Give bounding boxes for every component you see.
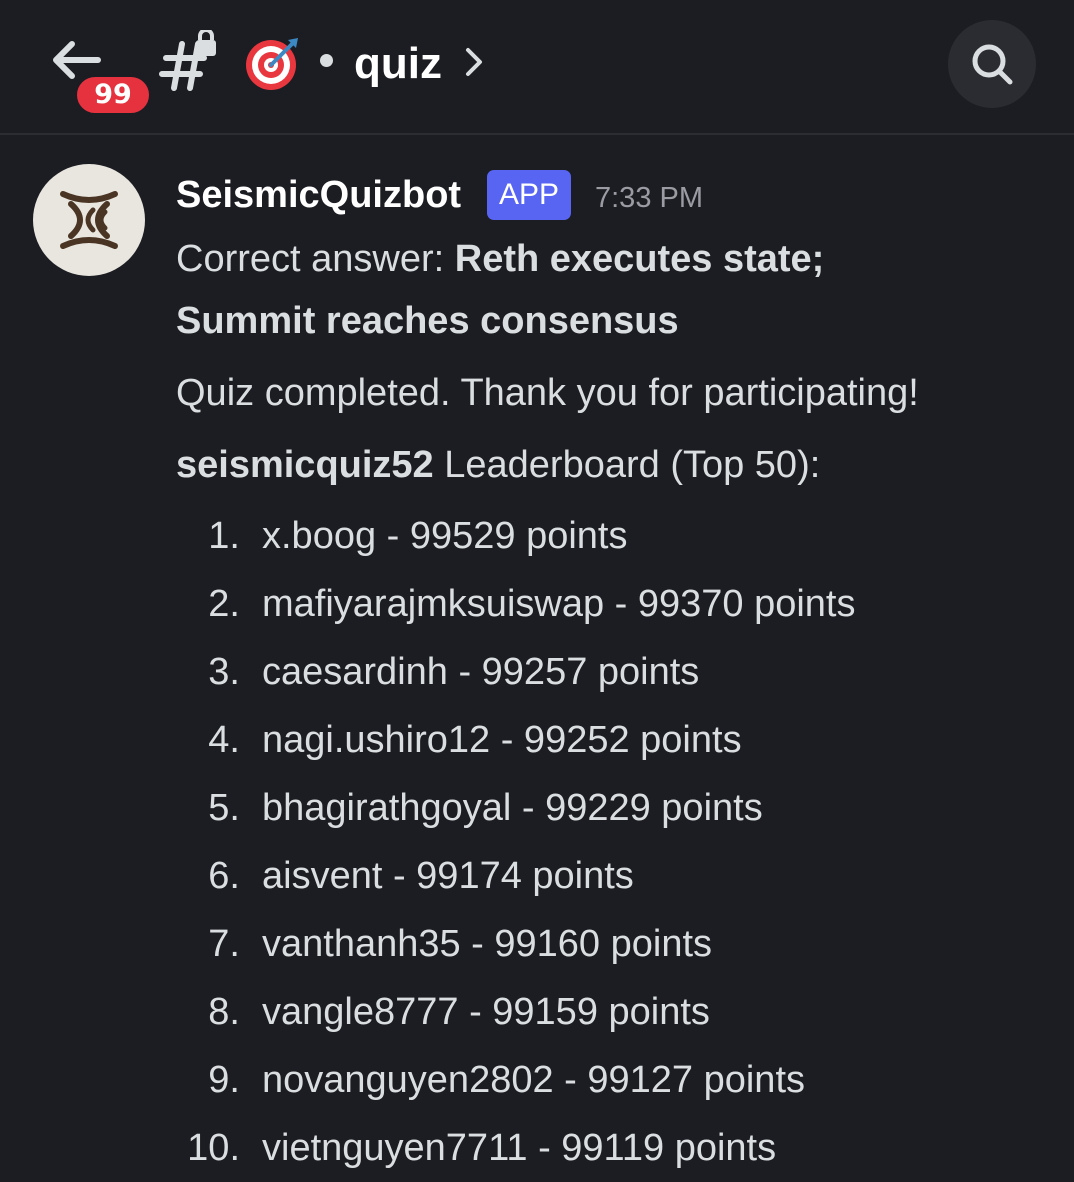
bot-message: SeismicQuizbot APP 7:33 PM Correct answe… bbox=[176, 168, 1056, 1182]
search-icon bbox=[972, 44, 1013, 85]
leaderboard-entry: mafiyarajmksuiswap - 99370 points bbox=[262, 583, 856, 625]
leaderboard-entry: aisvent - 99174 points bbox=[262, 855, 634, 897]
list-item: 8. vangle8777 - 99159 points bbox=[176, 978, 1056, 1046]
leaderboard-entry: vietnguyen7711 - 99119 points bbox=[262, 1127, 777, 1169]
rank-number: 2. bbox=[208, 583, 240, 625]
list-item: 6. aisvent - 99174 points bbox=[176, 842, 1056, 910]
seismic-logo-icon bbox=[60, 191, 118, 249]
rank-number: 4. bbox=[208, 719, 240, 761]
list-item: 5. bhagirathgoyal - 99229 points bbox=[176, 774, 1056, 842]
leaderboard-owner: seismicquiz52 bbox=[176, 444, 434, 486]
list-item: 4. nagi.ushiro12 - 99252 points bbox=[176, 706, 1056, 774]
leaderboard-entry: nagi.ushiro12 - 99252 points bbox=[262, 719, 742, 761]
rank-number: 8. bbox=[208, 991, 240, 1033]
answer-line-1: Correct answer: Reth executes state; bbox=[176, 228, 1056, 290]
leaderboard-entry: novanguyen2802 - 99127 points bbox=[262, 1059, 806, 1101]
answer-text-2: Summit reaches consensus bbox=[176, 300, 679, 342]
rank-number: 3. bbox=[208, 651, 240, 693]
leaderboard-heading: seismicquiz52 Leaderboard (Top 50): bbox=[176, 434, 1056, 496]
leaderboard-entry: caesardinh - 99257 points bbox=[262, 651, 700, 693]
rank-number: 7. bbox=[208, 923, 240, 965]
search-button[interactable] bbox=[948, 20, 1036, 108]
channel-header: 99 quiz bbox=[0, 0, 1074, 135]
rank-number: 10. bbox=[187, 1127, 240, 1169]
message-timestamp: 7:33 PM bbox=[595, 182, 703, 214]
target-emoji-icon bbox=[244, 34, 302, 92]
leaderboard-title: Leaderboard (Top 50): bbox=[433, 444, 821, 486]
rank-number: 1. bbox=[208, 515, 240, 557]
completion-text: Quiz completed. Thank you for participat… bbox=[176, 372, 919, 414]
locked-channel-icon bbox=[158, 28, 220, 92]
list-item: 3. caesardinh - 99257 points bbox=[176, 638, 1056, 706]
list-item: 2. mafiyarajmksuiswap - 99370 points bbox=[176, 570, 1056, 638]
answer-line-2: Summit reaches consensus bbox=[176, 290, 1056, 352]
list-item: 7. vanthanh35 - 99160 points bbox=[176, 910, 1056, 978]
chevron-right-icon[interactable] bbox=[463, 44, 487, 80]
list-item: 10. vietnguyen7711 - 99119 points bbox=[176, 1114, 1056, 1182]
answer-text-1: Reth executes state; bbox=[454, 238, 825, 280]
rank-number: 6. bbox=[208, 855, 240, 897]
rank-number: 5. bbox=[208, 787, 240, 829]
answer-prefix: Correct answer: bbox=[176, 238, 455, 280]
rank-number: 9. bbox=[208, 1059, 240, 1101]
separator-dot bbox=[320, 54, 333, 67]
leaderboard-entry: vangle8777 - 99159 points bbox=[262, 991, 710, 1033]
message-header: SeismicQuizbot APP 7:33 PM bbox=[176, 168, 1056, 228]
app-tag: APP bbox=[487, 170, 572, 220]
list-item: 1. x.boog - 99529 points bbox=[176, 502, 1056, 570]
unread-badge: 99 bbox=[74, 74, 152, 116]
channel-name[interactable]: quiz bbox=[354, 36, 442, 92]
leaderboard-entry: bhagirathgoyal - 99229 points bbox=[262, 787, 763, 829]
leaderboard-entry: vanthanh35 - 99160 points bbox=[262, 923, 713, 965]
list-item: 9. novanguyen2802 - 99127 points bbox=[176, 1046, 1056, 1114]
bot-avatar[interactable] bbox=[33, 164, 145, 276]
author-name[interactable]: SeismicQuizbot bbox=[176, 170, 461, 220]
leaderboard-list: 1. x.boog - 99529 points 2. mafiyarajmksui… bbox=[176, 502, 1056, 1182]
leaderboard-entry: x.boog - 99529 points bbox=[262, 515, 628, 557]
